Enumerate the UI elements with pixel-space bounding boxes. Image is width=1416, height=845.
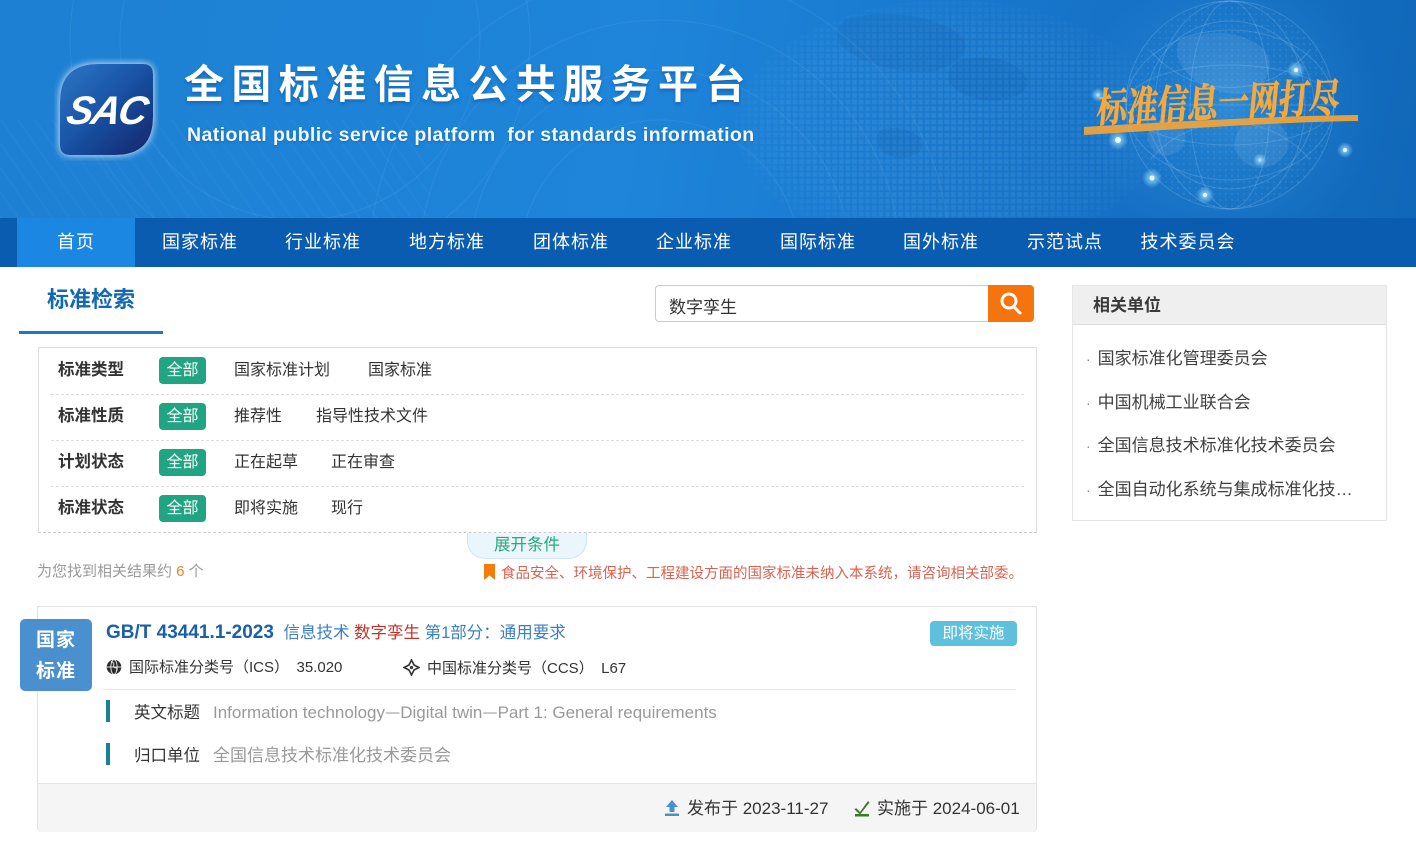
svg-text:SAC: SAC bbox=[63, 87, 154, 132]
